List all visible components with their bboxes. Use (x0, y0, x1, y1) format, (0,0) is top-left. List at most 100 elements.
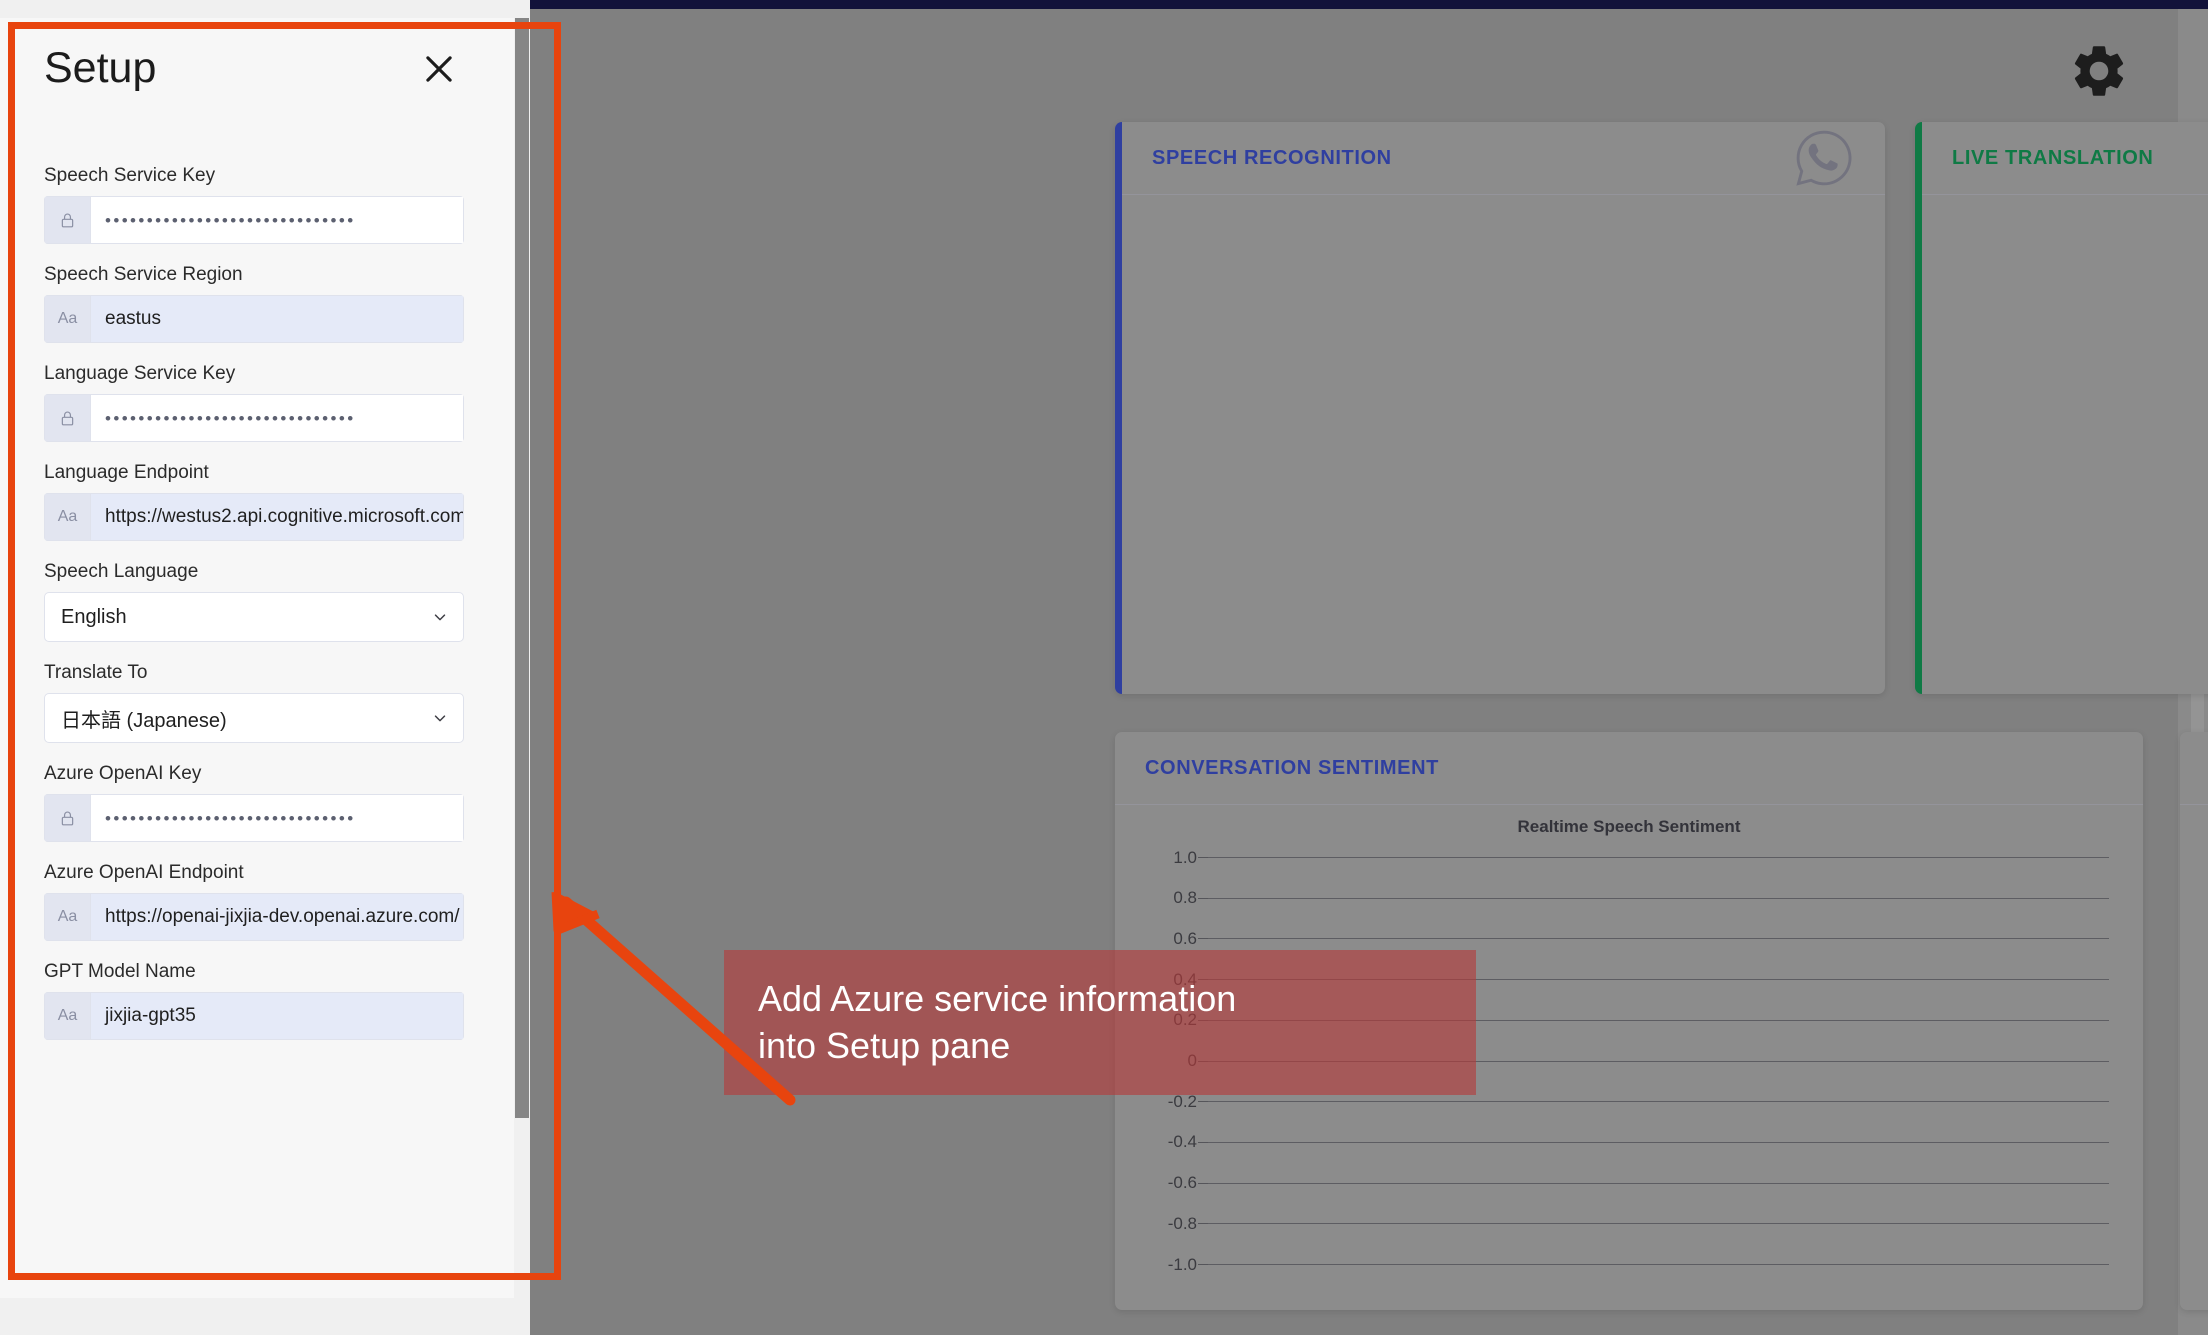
application-backdrop: SPEECH RECOGNITION LIVE TRANSLATION CONV… (530, 0, 2208, 1335)
chart-gridline-row: 0.6 (1173, 929, 2109, 948)
chart-gridline (1208, 897, 2109, 899)
input-row[interactable]: •••••••••••••••••••••••••••••• (44, 196, 464, 244)
field-label: Speech Language (44, 561, 199, 582)
field-speech-language: Speech Language English (44, 561, 478, 642)
speech-language-select[interactable]: English (44, 592, 464, 642)
chart-y-tick-mark (1198, 1141, 1208, 1143)
chart-y-tick-mark (1198, 1182, 1208, 1184)
field-label: Azure OpenAI Endpoint (44, 862, 244, 883)
field-label: Speech Service Region (44, 264, 243, 285)
language-service-key-input[interactable]: •••••••••••••••••••••••••••••• (90, 394, 464, 442)
callout-line-2: into Setup pane (758, 1024, 1011, 1066)
card-call-summary: CALL SUMMARY OpenAI (2180, 732, 2208, 1310)
text-icon: Aa (44, 992, 90, 1040)
field-language-endpoint: Language Endpoint Aa https://westus2.api… (44, 462, 478, 541)
input-row[interactable]: Aa https://openai-jixjia-dev.openai.azur… (44, 893, 464, 941)
chart-gridline-row: -0.4 (1168, 1132, 2109, 1151)
translate-to-select[interactable]: 日本語 (Japanese) (44, 693, 464, 743)
field-label: Azure OpenAI Key (44, 763, 202, 784)
text-icon: Aa (44, 295, 90, 343)
top-navbar (530, 0, 2208, 9)
chart-gridline-row: 0.8 (1173, 888, 2109, 907)
close-icon (426, 55, 452, 82)
gpt-model-name-input[interactable]: jixjia-gpt35 (90, 992, 464, 1040)
field-label: GPT Model Name (44, 961, 196, 982)
chart-title: Realtime Speech Sentiment (1517, 817, 1741, 836)
card-header: LIVE TRANSLATION A 文 (1922, 122, 2208, 194)
masked-value: •••••••••••••••••••••••••••••• (105, 210, 356, 230)
gear-icon (2074, 46, 2124, 96)
speech-service-region-input[interactable]: eastus (90, 295, 464, 343)
card-title-speech-recognition: SPEECH RECOGNITION (1152, 146, 1392, 169)
field-speech-service-region: Speech Service Region Aa eastus (44, 264, 478, 343)
input-row[interactable]: Aa jixjia-gpt35 (44, 992, 464, 1040)
setup-drawer-scrollbar[interactable] (514, 18, 530, 1298)
chevron-down-icon (434, 715, 446, 722)
annotation-callout: Add Azure service information into Setup… (724, 950, 1476, 1095)
chart-y-tick-mark (1198, 1264, 1208, 1265)
close-button[interactable] (416, 46, 462, 92)
speech-service-key-input[interactable]: •••••••••••••••••••••••••••••• (90, 196, 464, 244)
card-live-translation: LIVE TRANSLATION A 文 (1915, 122, 2208, 694)
setup-title: Setup (44, 44, 157, 92)
setup-drawer-content: Setup Speech Service Key •••••••••••••••… (0, 18, 514, 1298)
field-speech-service-key: Speech Service Key •••••••••••••••••••••… (44, 165, 478, 244)
text-icon: Aa (44, 493, 90, 541)
whatsapp-speech-bubble-phone-icon (1791, 125, 1857, 191)
lock-icon (44, 394, 90, 442)
card-title-live-translation: LIVE TRANSLATION (1952, 146, 2154, 169)
card-body-live-translation (1922, 195, 2208, 694)
field-label: Language Service Key (44, 363, 236, 384)
card-body-speech-recognition (1122, 195, 1885, 694)
chart-gridline (1208, 857, 2109, 858)
field-translate-to: Translate To 日本語 (Japanese) (44, 662, 478, 743)
lock-icon (44, 196, 90, 244)
lock-icon (44, 794, 90, 842)
chart-gridline-row: -0.6 (1168, 1173, 2109, 1192)
chart-y-tick-mark (1198, 1223, 1208, 1225)
chart-gridline (1208, 1264, 2109, 1265)
field-label: Speech Service Key (44, 165, 216, 186)
card-header: SPEECH RECOGNITION (1122, 122, 1885, 194)
field-azure-openai-key: Azure OpenAI Key •••••••••••••••••••••••… (44, 763, 478, 842)
input-row[interactable]: Aa eastus (44, 295, 464, 343)
chart-gridline (1208, 938, 2109, 940)
masked-value: •••••••••••••••••••••••••••••• (105, 808, 356, 828)
card-header: CALL SUMMARY OpenAI (2180, 732, 2208, 804)
screenshot-root: SPEECH RECOGNITION LIVE TRANSLATION CONV… (0, 0, 2208, 1335)
input-row[interactable]: Aa https://westus2.api.cognitive.microso… (44, 493, 464, 541)
input-row[interactable]: •••••••••••••••••••••••••••••• (44, 394, 464, 442)
chart-gridline-row: -0.8 (1168, 1214, 2109, 1233)
card-speech-recognition: SPEECH RECOGNITION (1115, 122, 1885, 694)
chart-gridline (1208, 1101, 2109, 1103)
chart-y-tick-mark (1198, 938, 1208, 940)
chart-gridline (1208, 1223, 2109, 1225)
azure-openai-endpoint-input[interactable]: https://openai-jixjia-dev.openai.azure.c… (90, 893, 464, 941)
chart-y-tick-mark (1198, 857, 1208, 858)
field-gpt-model-name: GPT Model Name Aa jixjia-gpt35 (44, 961, 478, 1040)
setup-header: Setup (44, 44, 478, 93)
masked-value: •••••••••••••••••••••••••••••• (105, 408, 356, 428)
callout-line-1: Add Azure service information (758, 978, 1237, 1020)
language-endpoint-input[interactable]: https://westus2.api.cognitive.microsoft.… (90, 493, 464, 541)
chart-gridline-row: -0.2 (1168, 1092, 2109, 1111)
field-label: Language Endpoint (44, 462, 209, 483)
azure-openai-key-input[interactable]: •••••••••••••••••••••••••••••• (90, 794, 464, 842)
card-header: CONVERSATION SENTIMENT (1115, 732, 2143, 804)
chart-gridline-row: 1.0 (1173, 848, 2109, 867)
chevron-down-icon (434, 614, 446, 621)
select-value: 日本語 (Japanese) (61, 709, 227, 732)
chart-y-tick-mark (1198, 1101, 1208, 1103)
card-title-conversation-sentiment: CONVERSATION SENTIMENT (1145, 756, 1439, 779)
chart-gridline-row: -1.0 (1168, 1255, 2109, 1274)
card-body-call-summary (2180, 805, 2208, 1310)
chart-gridline (1208, 1182, 2109, 1184)
chart-gridline (1208, 1141, 2109, 1143)
setup-drawer: Setup Speech Service Key •••••••••••••••… (0, 18, 530, 1298)
input-row[interactable]: •••••••••••••••••••••••••••••• (44, 794, 464, 842)
field-language-service-key: Language Service Key •••••••••••••••••••… (44, 363, 478, 442)
chart-y-tick-mark (1198, 897, 1208, 899)
setup-drawer-scrollbar-thumb[interactable] (515, 18, 529, 1118)
settings-gear-button[interactable] (2068, 40, 2130, 102)
select-value: English (61, 605, 127, 628)
